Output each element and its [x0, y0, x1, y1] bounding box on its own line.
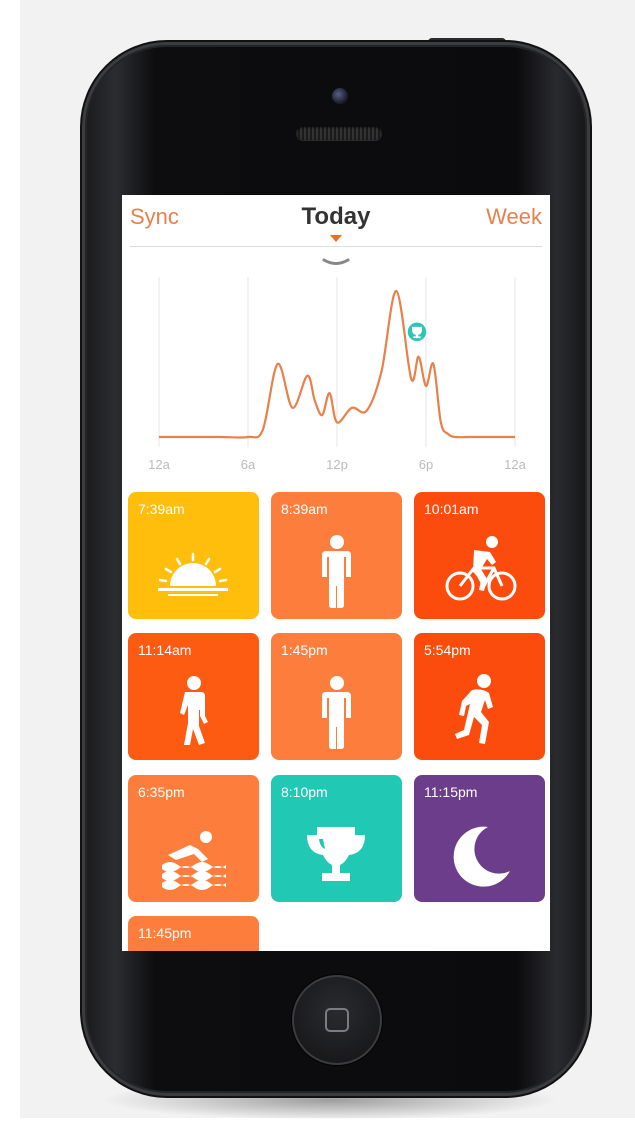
timeline-tile[interactable]: 11:15pm: [414, 775, 545, 902]
nav-divider: [130, 246, 542, 247]
nav-bar: Sync Today Week: [122, 195, 550, 247]
caret-down-icon: [330, 235, 342, 242]
tile-time: 11:14am: [138, 642, 192, 658]
timeline-tile[interactable]: 11:14am: [128, 633, 259, 760]
front-camera: [332, 88, 348, 104]
timeline-tile[interactable]: 7:39am: [128, 492, 259, 619]
cyclist-icon: [445, 536, 517, 601]
tile-time: 11:15pm: [424, 784, 478, 800]
trophy-marker-icon[interactable]: [406, 321, 428, 343]
timeline-tile[interactable]: 8:39am: [271, 492, 402, 619]
tile-time: 5:54pm: [424, 642, 471, 658]
timeline-tile[interactable]: 11:45pm: [128, 916, 259, 951]
standing-person-icon: [322, 676, 351, 749]
tile-time: 6:35pm: [138, 784, 185, 800]
tile-time: 1:45pm: [281, 642, 328, 658]
tile-time: 10:01am: [424, 501, 479, 517]
activity-chart[interactable]: 12a 6a 12p 6p 12a: [122, 265, 550, 487]
week-button[interactable]: Week: [486, 204, 542, 230]
timeline-tile[interactable]: 5:54pm: [414, 633, 545, 760]
x-tick-label: 12a: [504, 457, 526, 472]
timeline-tile[interactable]: 8:10pm: [271, 775, 402, 902]
x-tick-label: 12a: [148, 457, 170, 472]
timeline-tile[interactable]: 1:45pm: [271, 633, 402, 760]
app-screen: Sync Today Week 12a 6a 12p 6p 12a 7:39am 8:3…: [122, 195, 550, 951]
walking-person-icon: [180, 676, 208, 745]
running-person-icon: [455, 674, 493, 744]
trophy-icon: [307, 827, 365, 881]
home-button: [292, 975, 382, 1065]
home-square-icon: [325, 1008, 349, 1032]
x-tick-label: 6p: [419, 457, 433, 472]
earpiece-speaker: [296, 126, 382, 140]
timeline-tile[interactable]: 6:35pm: [128, 775, 259, 902]
x-tick-label: 6a: [241, 457, 256, 472]
sunrise-icon: [158, 552, 228, 596]
moon-icon: [453, 826, 510, 887]
x-tick-label: 12p: [326, 457, 348, 472]
standing-person-icon: [322, 535, 351, 608]
tile-time: 11:45pm: [138, 925, 192, 941]
tile-time: 8:10pm: [281, 784, 328, 800]
swimmer-icon: [162, 831, 226, 890]
tile-time: 7:39am: [138, 501, 185, 517]
timeline-tile[interactable]: 10:01am: [414, 492, 545, 619]
tile-time: 8:39am: [281, 501, 328, 517]
